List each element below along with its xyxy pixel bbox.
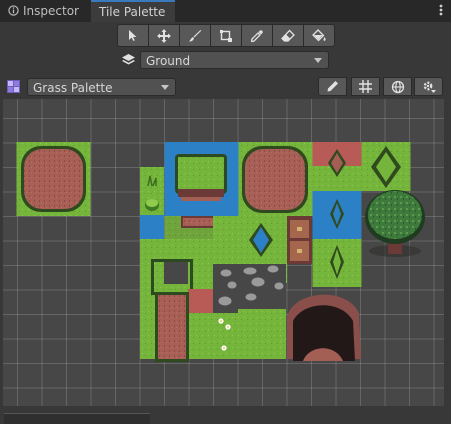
picker-tool-button[interactable] [241,24,272,47]
tile-palette-toolbar: Ground [0,22,451,76]
pencil-icon [327,81,338,92]
grid-icon [359,80,372,93]
erase-tool-button[interactable] [272,24,303,47]
active-tilemap-dropdown[interactable]: Ground [140,51,329,69]
tile-palette-artwork [16,142,425,362]
brush-icon [189,29,202,42]
chevron-down-icon [314,58,322,63]
palette-label: Grass Palette [33,81,113,95]
eraser-icon [281,29,295,42]
info-icon [8,5,19,16]
gizmos-button[interactable] [383,77,412,96]
settings-icon [423,81,436,93]
move-tool-button[interactable] [148,24,179,47]
box-fill-tool-button[interactable] [210,24,241,47]
move-icon [157,28,171,43]
bucket-icon [311,28,326,41]
eyedropper-icon [250,29,263,42]
tile-grass-dirt-patch-2 [238,142,313,216]
tile-cave [287,294,361,361]
arrow-icon [129,30,137,41]
globe-icon [391,80,404,93]
edit-palette-button[interactable] [318,77,347,96]
more-options-icon[interactable] [439,2,443,18]
tab-inspector-label: Inspector [23,4,79,18]
select-tool-button[interactable] [117,24,148,47]
tab-tile-palette-label: Tile Palette [99,5,166,19]
brush-settings-button[interactable] [414,77,443,96]
tab-inspector[interactable]: Inspector [0,0,87,21]
paint-tool-button[interactable] [179,24,210,47]
palette-dropdown[interactable]: Grass Palette [27,78,176,96]
tab-tile-palette[interactable]: Tile Palette [91,0,175,22]
box-icon [220,29,232,42]
palette-icon [7,80,20,93]
tile-palette-grid[interactable] [3,99,444,406]
toggle-grid-button[interactable] [351,77,380,96]
active-tilemap-label: Ground [146,54,191,68]
tool-group [117,24,335,47]
tile-tree [365,190,425,257]
chevron-down-icon [161,85,169,90]
tile-grass-dirt-patch [16,142,91,216]
bottom-panel-tab[interactable] [4,413,150,424]
tile-water-grass-island [164,142,239,228]
layers-icon [122,54,135,65]
fill-tool-button[interactable] [303,24,335,47]
window-tab-bar: Inspector Tile Palette [0,0,451,22]
